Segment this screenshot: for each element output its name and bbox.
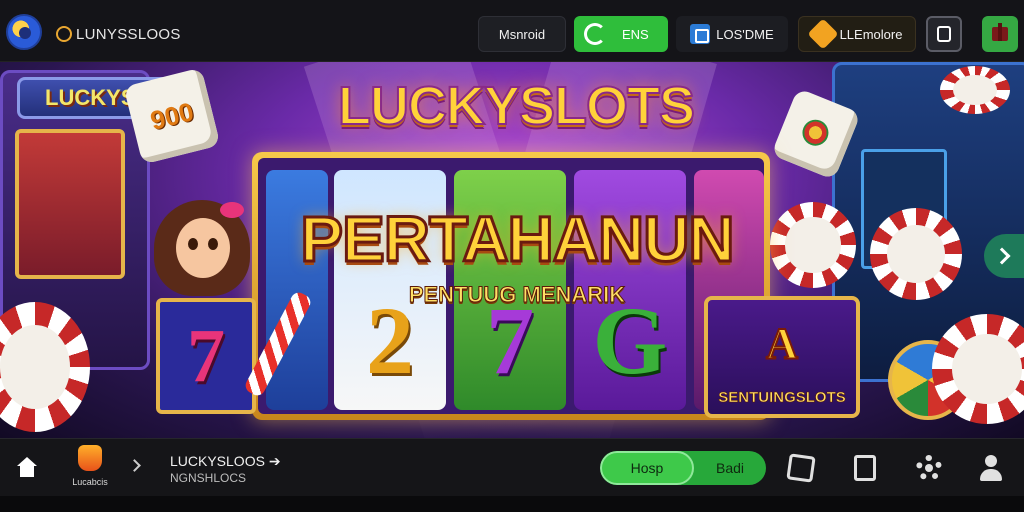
ens-button-label: ENS (622, 26, 649, 42)
poker-chip-icon (940, 66, 1010, 114)
toggle-pill[interactable]: Hosp Badi (600, 451, 766, 485)
nav-logo-text: Lucabcis (72, 477, 108, 487)
bottom-nav-bar: Lucabcis LUCKYSLOOS ➔ NGNSHLOCS Hosp Bad… (0, 438, 1024, 496)
wallet-button[interactable] (926, 16, 962, 52)
cabinet-screen (15, 129, 125, 279)
slot-machine-frame[interactable]: 2 7 G PERTAHANUN PENTUUG MENARIK (252, 152, 770, 420)
gem-icon (807, 18, 839, 50)
chevron-right-icon (993, 247, 1011, 265)
badge-art: A (765, 318, 799, 369)
lemolore-button[interactable]: LLEmolore (798, 16, 916, 52)
lemolore-label: LLEmolore (839, 26, 903, 42)
home-icon[interactable] (16, 457, 38, 477)
puzzle-icon[interactable] (786, 453, 816, 483)
promo-title: PERTAHANUN (299, 202, 736, 277)
nav-logo-icon (78, 445, 102, 471)
footer-strip (0, 496, 1024, 512)
hero-banner[interactable]: LUCKYSL 900 LUCKYSLOTS 2 7 G PERTAHANUN … (0, 62, 1024, 438)
gift-button[interactable] (982, 16, 1018, 52)
badge-label: SENTUINGSLOTS (718, 389, 846, 407)
breadcrumb-title[interactable]: LUCKYSLOOS ➔ (170, 453, 281, 470)
square-app-icon (690, 24, 711, 44)
brand[interactable]: LUNYSSLOOS (56, 22, 181, 46)
badi-toggle[interactable]: Badi (694, 451, 766, 485)
nav-logo[interactable]: Lucabcis (66, 445, 114, 489)
poker-chip-icon (770, 202, 856, 288)
side-slot-reel: 7 (156, 298, 256, 414)
hosp-toggle[interactable]: Hosp (600, 451, 694, 485)
poker-chip-icon (870, 208, 962, 300)
app-logo-icon[interactable] (6, 14, 42, 50)
logo-title: LUCKYSLOTS (337, 75, 696, 137)
mascot-character (154, 200, 250, 300)
mascot-bow (220, 202, 244, 218)
ens-button[interactable]: ENS (574, 16, 668, 52)
gift-icon (992, 23, 1008, 41)
game-badge[interactable]: A SENTUINGSLOTS (704, 296, 860, 418)
document-icon[interactable] (854, 455, 876, 481)
brand-mark-icon (56, 26, 72, 42)
user-icon[interactable] (978, 455, 1004, 481)
chevron-right-icon (128, 459, 141, 472)
los-dme-label: LOS'DME (716, 26, 774, 42)
wallet-icon (937, 26, 951, 42)
brand-text: LUNYSSLOOS (76, 25, 181, 43)
breadcrumb-subtitle: NGNSHLOCS (170, 471, 247, 485)
next-slide-button[interactable] (984, 234, 1024, 278)
refresh-icon (584, 23, 606, 45)
mascot-face (176, 218, 230, 278)
slot-reels: 2 7 G PERTAHANUN PENTUUG MENARIK (258, 158, 764, 414)
promo-subtitle: PENTUUG MENARIK (408, 282, 626, 308)
dice-label: 900 (147, 95, 197, 136)
los-dme-button[interactable]: LOS'DME (676, 16, 788, 52)
msnroid-button[interactable]: Msnroid (478, 16, 566, 52)
top-bar: LUNYSSLOOS Msnroid ENS LOS'DME LLEmolore (0, 0, 1024, 62)
gear-icon[interactable] (916, 455, 942, 481)
